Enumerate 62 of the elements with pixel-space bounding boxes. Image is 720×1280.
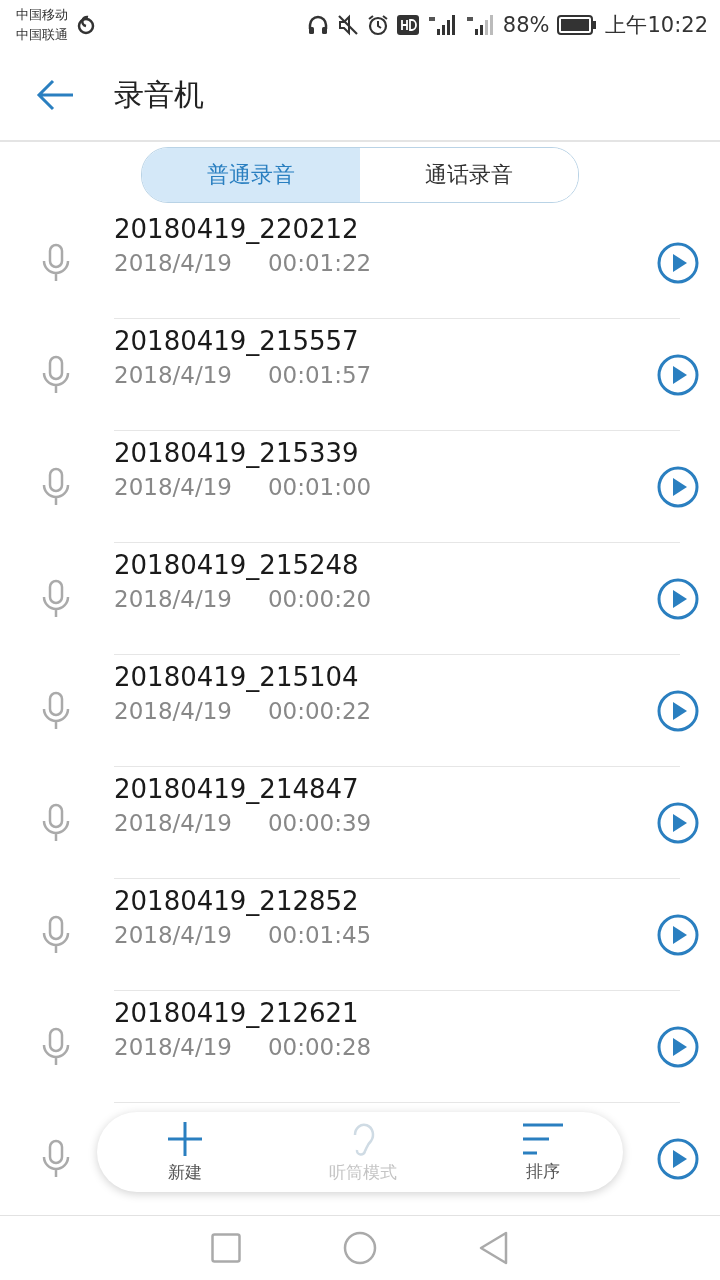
play-button[interactable] [657,1138,699,1180]
play-button[interactable] [657,913,699,956]
carrier-name: 中国联通 [16,26,68,44]
microphone-icon [40,355,72,395]
recording-name: 20180419_220212 [114,213,360,244]
recent-apps-button[interactable] [211,1233,241,1263]
recording-date: 2018/4/19 [114,249,232,276]
recording-duration: 00:01:45 [267,921,372,948]
recording-duration: 00:00:28 [267,1033,372,1060]
signal-icon [464,14,495,36]
recording-name: 20180419_215339 [114,437,360,468]
battery-icon [557,15,598,35]
play-button[interactable] [657,577,699,620]
back-arrow-icon[interactable] [36,79,74,111]
microphone-icon [40,691,72,731]
toolbar-button[interactable]: 新建 [167,1112,203,1192]
recording-date: 2018/4/19 [114,473,232,500]
clock-time: 上午10:22 [605,12,708,39]
recording-date: 2018/4/19 [114,809,232,836]
microphone-icon [40,579,72,619]
recording-name: 20180419_215104 [114,661,360,692]
page-title: 录音机 [114,75,204,114]
sort-icon [523,1121,563,1156]
recording-duration: 00:00:22 [267,697,372,724]
microphone-icon [40,1139,72,1179]
play-button[interactable] [657,353,699,396]
headset-icon [306,14,329,36]
back-button[interactable] [479,1231,509,1265]
recording-duration: 00:01:57 [267,361,372,388]
recording-name: 20180419_212621 [114,997,360,1028]
recording-date: 2018/4/19 [114,585,232,612]
play-button[interactable] [657,1025,699,1068]
recording-name: 20180419_215557 [114,325,360,356]
play-button[interactable] [657,689,699,732]
recording-date: 2018/4/19 [114,361,232,388]
hd-badge-icon [396,15,419,35]
recording-date: 2018/4/19 [114,921,232,948]
home-button[interactable] [343,1231,377,1265]
carrier-name: 中国移动 [16,6,68,24]
microphone-icon [40,467,72,507]
alarm-icon [366,14,389,36]
recording-name: 20180419_214847 [114,773,360,804]
plus-icon [167,1120,203,1157]
mute-icon [336,14,359,36]
recording-name: 20180419_212852 [114,885,360,916]
microphone-icon [40,243,72,283]
recording-duration: 00:00:20 [267,585,372,612]
recording-date: 2018/4/19 [114,1033,232,1060]
toolbar-button[interactable]: 排序 [523,1112,563,1192]
recording-date: 2018/4/19 [114,697,232,724]
play-button[interactable] [657,465,699,508]
recording-duration: 00:00:39 [267,809,372,836]
recording-duration: 00:01:22 [267,249,372,276]
recording-duration: 00:01:00 [267,473,372,500]
microphone-icon [40,915,72,955]
microphone-icon [40,1027,72,1067]
recording-name: 20180419_215248 [114,549,360,580]
play-button[interactable] [657,801,699,844]
signal-icon [426,14,457,36]
battery-percentage: 88% [502,13,550,37]
microphone-icon [40,803,72,843]
play-button[interactable] [657,241,699,284]
